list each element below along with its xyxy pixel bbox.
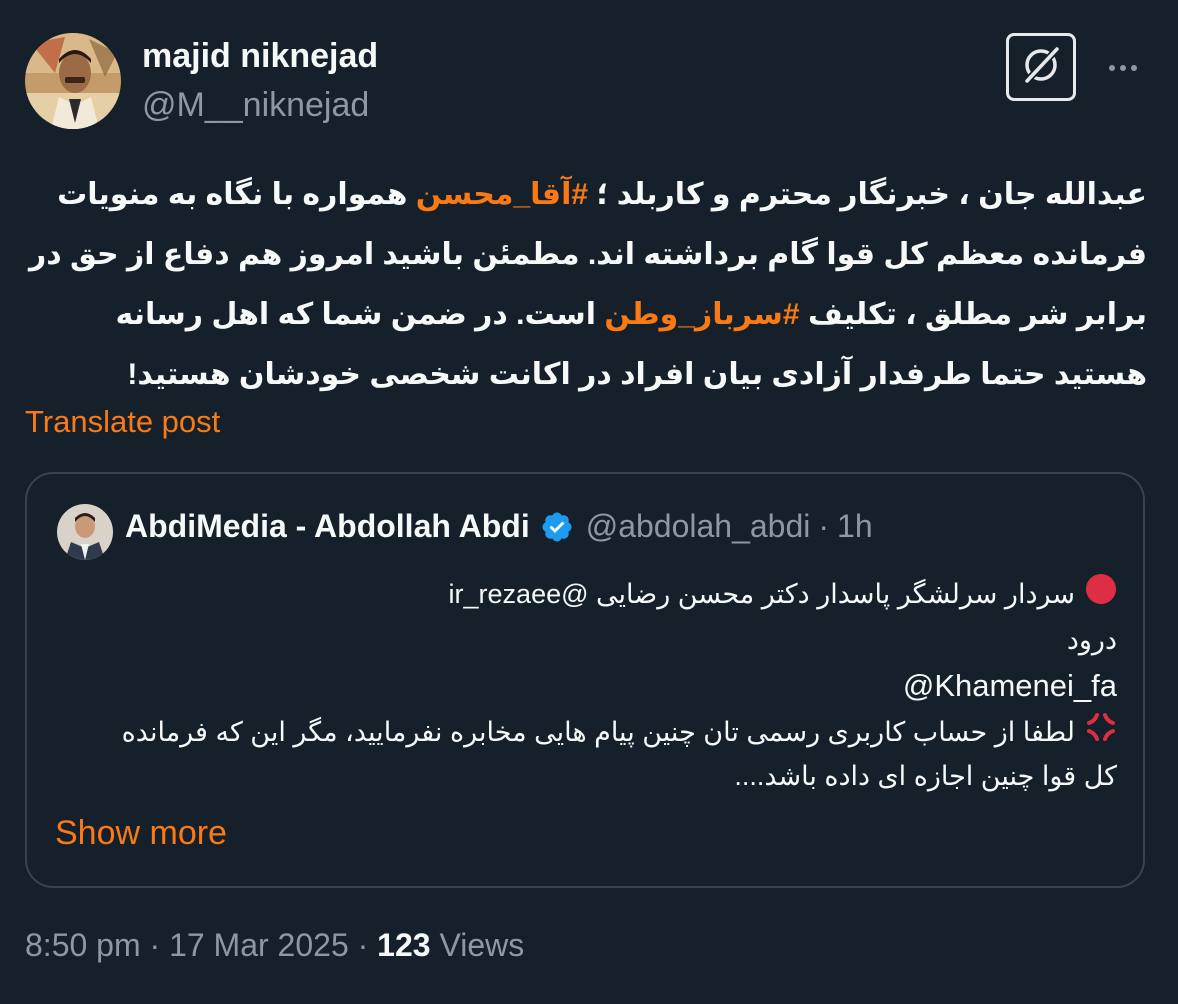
translate-post-link[interactable]: Translate post [25,404,220,440]
more-icon-dot [1120,65,1126,71]
mention-khamenei[interactable]: @Khamenei_fa [903,668,1117,703]
quoted-text-line-2: درود [1066,625,1117,655]
quoted-text-line-4: لطفا از حساب کاربری رسمی تان چنین پیام ه… [121,717,1075,747]
grok-button[interactable] [1006,33,1076,101]
quoted-text-mention-line: @Khamenei_fa [77,662,1117,710]
grok-icon [1019,43,1063,92]
more-options-button[interactable] [1100,50,1146,86]
more-icon-dot [1109,65,1115,71]
quoted-text-line-5: کل قوا چنین اجازه ای داده باشد.... [734,761,1117,791]
quoted-author-name[interactable]: AbdiMedia - Abdollah Abdi [125,508,530,545]
quoted-post-time[interactable]: 1h [837,508,873,545]
post-detail: majid niknejad @M__niknejad عبدالله جان … [0,0,1178,1004]
meta-separator: · [357,927,369,963]
post-time[interactable]: 8:50 pm [25,927,141,963]
show-more-link[interactable]: Show more [55,814,227,853]
verified-badge-icon [540,510,574,544]
post-date[interactable]: 17 Mar 2025 [169,927,349,963]
header-separator: · [818,508,830,544]
meta-separator: · [149,927,161,963]
quoted-author-avatar[interactable] [57,504,113,560]
hashtag-aqa-mohsen[interactable]: #آقا_محسن [416,178,588,211]
quoted-post-text: سردار سرلشگر پاسدار دکتر محسن رضایی @ir_… [77,570,1117,798]
post-text: عبدالله جان ، خبرنگار محترم و کاربلد ؛ #… [25,165,1147,405]
more-icon-dot [1131,65,1137,71]
hashtag-sarbaz-vatan[interactable]: #سرباز_وطن [604,298,799,331]
quoted-text-line: سردار سرلشگر پاسدار دکتر محسن رضایی @ir_… [77,570,1117,618]
quoted-text-line: لطفا از حساب کاربری رسمی تان چنین پیام ه… [77,710,1117,754]
red-circle-emoji-icon [1085,572,1117,620]
post-metadata: 8:50 pm · 17 Mar 2025 · 123 Views [25,927,524,964]
post-text-segment: عبدالله جان ، خبرنگار محترم و کاربلد ؛ [588,178,1147,211]
author-handle[interactable]: @M__niknejad [142,86,369,125]
quoted-author-handle: @abdolah_abdi [585,508,811,544]
views-label: Views [439,927,525,963]
author-avatar[interactable] [25,33,121,129]
quoted-post-header: AbdiMedia - Abdollah Abdi @abdolah_abdi … [125,508,873,545]
anger-emoji-icon [1085,711,1117,756]
quoted-text-line-1: سردار سرلشگر پاسدار دکتر محسن رضایی @ir_… [448,579,1075,609]
author-name[interactable]: majid niknejad [142,37,378,76]
quoted-post-card[interactable]: AbdiMedia - Abdollah Abdi @abdolah_abdi … [25,472,1145,888]
views-count[interactable]: 123 [377,927,430,963]
